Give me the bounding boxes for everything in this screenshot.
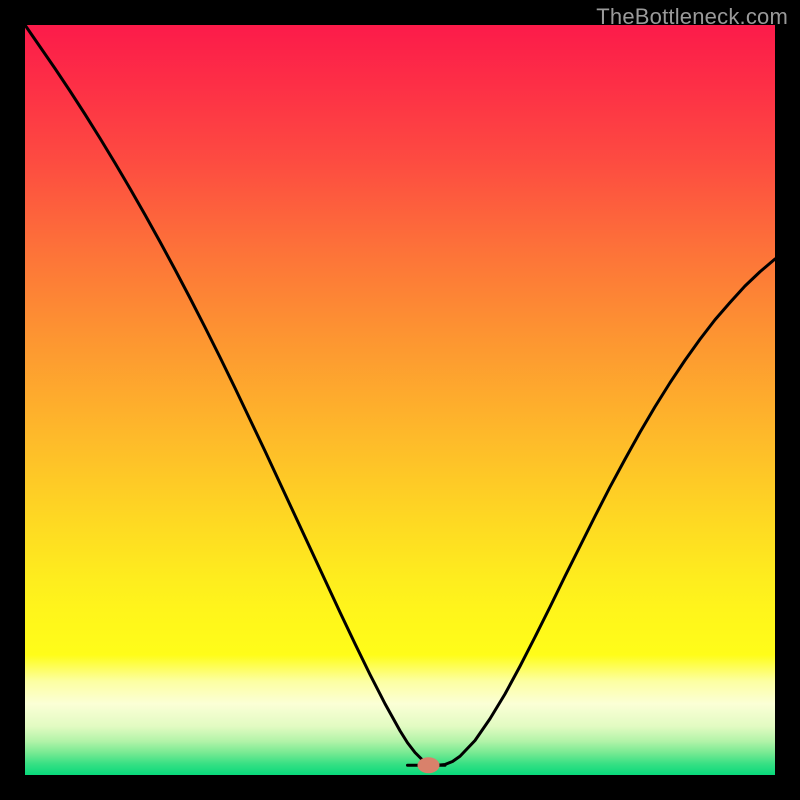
watermark-text: TheBottleneck.com (596, 4, 788, 30)
bottleneck-chart (0, 0, 800, 800)
gradient-background (25, 25, 775, 775)
optimal-marker (418, 757, 440, 773)
chart-frame: TheBottleneck.com (0, 0, 800, 800)
